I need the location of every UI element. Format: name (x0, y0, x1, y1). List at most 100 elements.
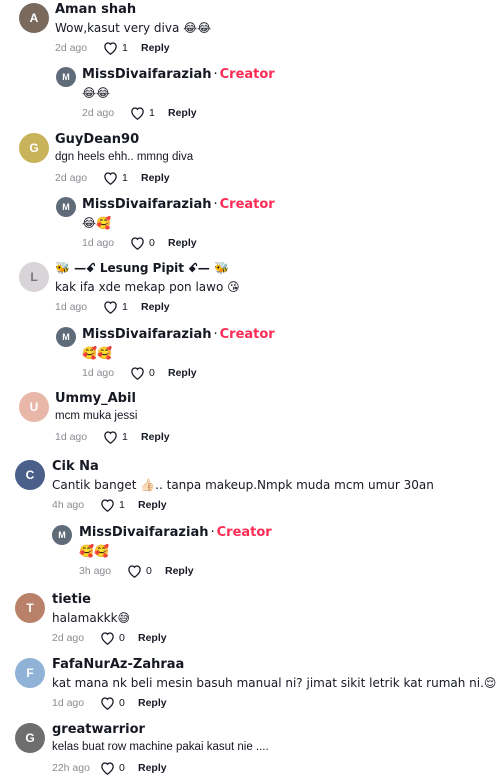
reply-button[interactable]: Reply (138, 632, 167, 644)
like-count: 1 (119, 499, 125, 511)
heart-icon (101, 499, 114, 512)
comment-text: kelas buat row machine pakai kasut nie .… (52, 741, 269, 753)
heart-icon (128, 565, 141, 578)
comment-username[interactable]: 🐝 —ꗃ Lesung Pipit ꗃ— 🐝 (55, 261, 229, 276)
avatar[interactable]: G (15, 723, 45, 753)
avatar[interactable]: U (19, 392, 49, 422)
avatar[interactable]: M (52, 525, 72, 545)
comment-username[interactable]: greatwarrior (52, 722, 145, 737)
comment-meta: 2d ago 1 Reply (82, 106, 197, 120)
like-button[interactable]: 0 (127, 564, 165, 578)
like-button[interactable]: 1 (103, 41, 141, 55)
separator: · (213, 67, 218, 82)
avatar[interactable]: M (56, 327, 76, 347)
like-button[interactable]: 0 (130, 236, 168, 250)
comment-meta: 22h ago 0 Reply (52, 761, 167, 775)
like-button[interactable]: 0 (100, 696, 138, 710)
comment-text: mcm muka jessi (55, 410, 138, 422)
avatar[interactable]: L (19, 262, 49, 292)
comment-time: 1d ago (82, 237, 115, 249)
comment-username[interactable]: Aman shah (55, 2, 136, 17)
comment-text: kat mana nk beli mesin basuh manual ni? … (52, 676, 497, 690)
comment-username[interactable]: tietie (52, 592, 91, 607)
comment-meta: 2d ago 1 Reply (55, 41, 170, 55)
creator-name: MissDivaifaraziah (82, 197, 212, 212)
comment-time: 22h ago (52, 762, 90, 774)
comment-username[interactable]: MissDivaifaraziah · Creator (79, 525, 272, 540)
comment-username[interactable]: MissDivaifaraziah · Creator (82, 197, 275, 212)
comment-time: 4h ago (52, 499, 85, 511)
comment-time: 2d ago (82, 107, 115, 119)
comment-time: 2d ago (55, 42, 88, 54)
like-count: 1 (149, 107, 155, 119)
comment-time: 1d ago (52, 697, 85, 709)
like-count: 0 (149, 367, 155, 379)
reply-button[interactable]: Reply (138, 762, 167, 774)
reply-button[interactable]: Reply (168, 237, 197, 249)
reply-button[interactable]: Reply (138, 499, 167, 511)
avatar[interactable]: G (19, 133, 49, 163)
like-button[interactable]: 1 (100, 498, 138, 512)
like-button[interactable]: 1 (130, 106, 168, 120)
like-button[interactable]: 0 (130, 366, 168, 380)
heart-icon (131, 367, 144, 380)
like-count: 1 (122, 42, 128, 54)
comment-item: C Cik Na Cantik banget 👍🏻.. tanpa makeup… (0, 457, 500, 517)
comment-username[interactable]: Ummy_Abil (55, 391, 136, 406)
creator-badge: Creator (219, 67, 275, 82)
comment-username[interactable]: Cik Na (52, 459, 99, 474)
comment-meta: 2d ago 1 Reply (55, 171, 170, 185)
reply-button[interactable]: Reply (141, 301, 170, 313)
comment-item: L 🐝 —ꗃ Lesung Pipit ꗃ— 🐝 kak ifa xde mek… (0, 259, 500, 319)
comment-username[interactable]: MissDivaifaraziah · Creator (82, 327, 275, 342)
comment-meta: 1d ago 0 Reply (52, 696, 167, 710)
heart-icon (104, 42, 117, 55)
like-count: 0 (119, 762, 125, 774)
comment-text: 🥰🥰 (79, 544, 109, 558)
comment-username[interactable]: GuyDean90 (55, 132, 139, 147)
like-button[interactable]: 0 (100, 761, 138, 775)
comment-time: 1d ago (82, 367, 115, 379)
comment-time: 1d ago (55, 301, 88, 313)
comment-username[interactable]: FafaNurAz-Zahraa (52, 657, 184, 672)
comment-item: G GuyDean90 dgn heels ehh.. mmng diva 2d… (0, 130, 500, 190)
comment-text: kak ifa xde mekap pon lawo 😘 (55, 280, 240, 294)
comment-text: halamakkk😅 (52, 611, 131, 625)
comment-item: A Aman shah Wow,kasut very diva 😂😂 2d ag… (0, 0, 500, 60)
comment-meta: 3h ago 0 Reply (79, 564, 194, 578)
comment-text: 🥰🥰 (82, 346, 112, 360)
comment-meta: 1d ago 1 Reply (55, 430, 170, 444)
like-count: 1 (122, 172, 128, 184)
like-count: 0 (119, 632, 125, 644)
reply-item: M MissDivaifaraziah · Creator 😂🥰 1d ago 0 … (0, 194, 500, 254)
comment-username[interactable]: MissDivaifaraziah · Creator (82, 67, 275, 82)
avatar[interactable]: M (56, 67, 76, 87)
like-count: 1 (122, 301, 128, 313)
reply-button[interactable]: Reply (138, 697, 167, 709)
comment-meta: 2d ago 0 Reply (52, 631, 167, 645)
avatar[interactable]: A (19, 3, 49, 33)
like-button[interactable]: 1 (103, 171, 141, 185)
avatar[interactable]: C (15, 460, 45, 490)
like-button[interactable]: 0 (100, 631, 138, 645)
comment-text: 😂😂 (82, 86, 111, 100)
reply-button[interactable]: Reply (165, 565, 194, 577)
avatar[interactable]: F (15, 658, 45, 688)
creator-name: MissDivaifaraziah (79, 525, 209, 540)
heart-icon (104, 431, 117, 444)
like-button[interactable]: 1 (103, 430, 141, 444)
comment-meta: 1d ago 1 Reply (55, 300, 170, 314)
comment-meta: 1d ago 0 Reply (82, 236, 197, 250)
avatar[interactable]: T (15, 593, 45, 623)
comment-time: 1d ago (55, 431, 88, 443)
reply-button[interactable]: Reply (168, 367, 197, 379)
like-button[interactable]: 1 (103, 300, 141, 314)
reply-button[interactable]: Reply (168, 107, 197, 119)
separator: · (210, 525, 215, 540)
reply-button[interactable]: Reply (141, 172, 170, 184)
creator-name: MissDivaifaraziah (82, 327, 212, 342)
reply-button[interactable]: Reply (141, 431, 170, 443)
reply-item: M MissDivaifaraziah · Creator 😂😂 2d ago 1 … (0, 63, 500, 123)
reply-button[interactable]: Reply (141, 42, 170, 54)
avatar[interactable]: M (56, 197, 76, 217)
